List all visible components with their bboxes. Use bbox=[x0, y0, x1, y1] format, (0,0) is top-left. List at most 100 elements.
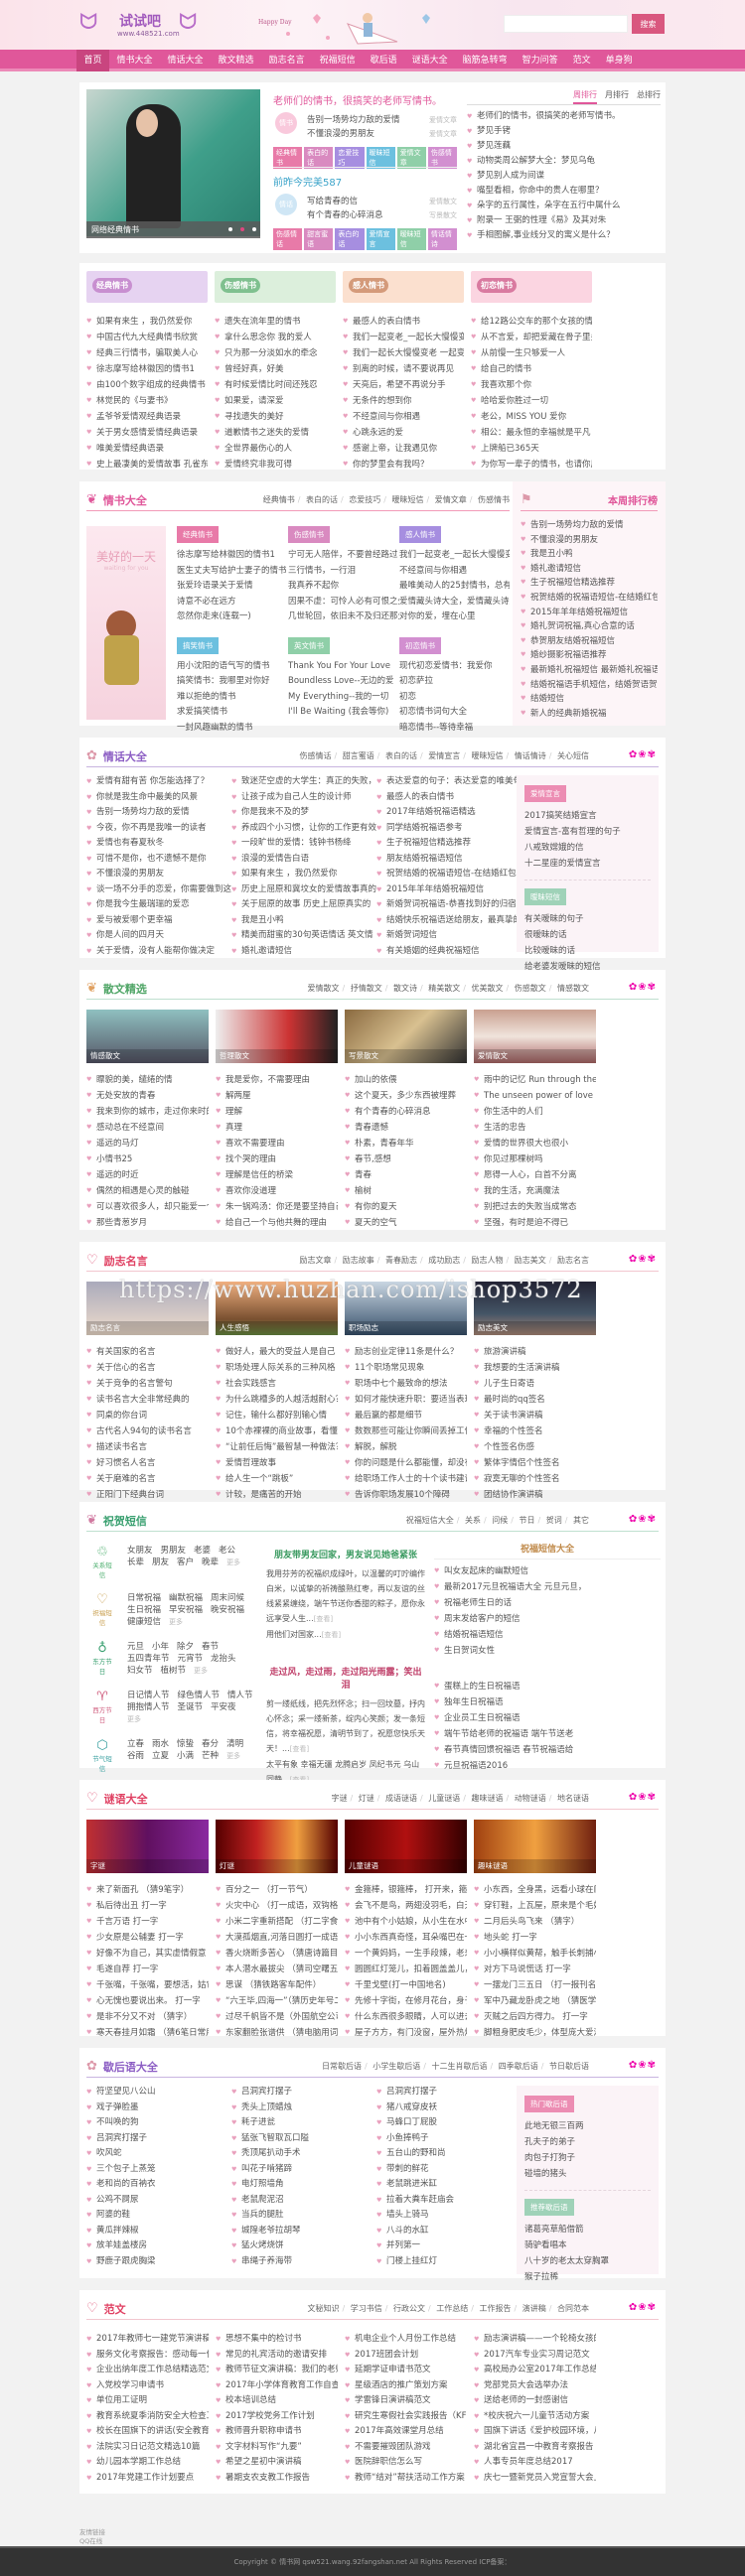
article-link[interactable]: 老和尚的百衲衣 bbox=[86, 2177, 231, 2193]
article-link[interactable]: 你见过那棵树吗 bbox=[474, 1152, 596, 1167]
card-image[interactable]: 灯谜 bbox=[216, 1820, 338, 1873]
article-link[interactable]: 如何才能快速升职：要适当表现自己 bbox=[345, 1392, 467, 1408]
article-link[interactable]: 2017年结婚祝福语精选 bbox=[376, 805, 522, 821]
section-link[interactable]: 励志故事 bbox=[332, 1255, 374, 1266]
tag[interactable]: 爱情文章 bbox=[396, 147, 426, 169]
article-link[interactable]: 穿钉鞋，上瓦屋，原来是个毛姐夫， bbox=[474, 1898, 596, 1914]
article-link[interactable]: 我们一起变老_一起长大慢慢变老 bbox=[399, 548, 510, 564]
article-link[interactable]: 2017年高效课堂月总结 bbox=[345, 2424, 467, 2440]
article-link[interactable]: 猛张飞智取瓦口隘 bbox=[231, 2131, 376, 2147]
card-image[interactable]: 趣味谜语 bbox=[474, 1820, 596, 1873]
article-link[interactable]: 朋友结婚祝福语短信 bbox=[376, 852, 522, 868]
article-link[interactable]: 旅游演讲稿 bbox=[474, 1344, 596, 1360]
hero-slide-image[interactable] bbox=[86, 89, 260, 236]
article-link[interactable]: 谈一场不分手的恋爱，你需要做到这几 bbox=[86, 882, 231, 898]
card-caption[interactable]: 灯谜 bbox=[216, 1859, 338, 1873]
article-link[interactable]: 可以喜欢很多人，却只能爱一个人 bbox=[86, 1199, 209, 1215]
article-link[interactable]: 一摆龙门三五日 （打一报刊名） bbox=[474, 1977, 596, 1993]
rank-item[interactable]: 梦见莲藕 bbox=[467, 139, 661, 154]
category-link[interactable]: 春分 bbox=[202, 1738, 219, 1750]
feature-title[interactable]: 老师们的情书，很搞笑的老师写情书。 bbox=[273, 92, 457, 107]
category-banner[interactable]: 感人情书 bbox=[343, 271, 464, 303]
more-link[interactable]: 更多 bbox=[226, 1557, 240, 1568]
article-link[interactable]: 生子祝福短信精选推荐 bbox=[376, 836, 522, 852]
article-link[interactable]: The unseen power of love 无形的 bbox=[474, 1088, 596, 1104]
article-link[interactable]: 2017年小学体育教育工作自查报告 bbox=[216, 2378, 338, 2394]
category-link[interactable]: 日常祝福 bbox=[127, 1592, 161, 1604]
article-link[interactable]: 你就是我生命中最美的风景 bbox=[86, 790, 231, 806]
promo-illustration[interactable]: 美好的一天 waiting for you bbox=[86, 526, 166, 720]
article-link[interactable]: 只为那一分淡如水的牵念 bbox=[215, 345, 336, 361]
article-link[interactable]: 2017年教师七一建党节演讲稿 bbox=[86, 2332, 209, 2348]
article-link[interactable]: 好习惯名人名言 bbox=[86, 1455, 209, 1471]
article-link[interactable]: 如果有来生 ，我仍然爱你 bbox=[231, 867, 376, 882]
article-link[interactable]: 经典三行情书，骗取美人心 bbox=[86, 345, 208, 361]
category-link[interactable]: 老婆 bbox=[194, 1545, 211, 1557]
greeting-link[interactable]: 蛋糕上的生日祝福语 bbox=[434, 1679, 661, 1695]
side-link[interactable]: 碰墙的猪头 bbox=[524, 2166, 651, 2182]
article-link[interactable]: 野鹿子跟虎胸梁 bbox=[86, 2254, 231, 2270]
article-link[interactable]: 记住，输什么都好别输心情 bbox=[216, 1408, 338, 1424]
article-link[interactable]: 并列第一 bbox=[376, 2238, 522, 2254]
article-link[interactable]: 最感人的表白情书 bbox=[376, 790, 522, 806]
article-link[interactable]: 无处安放的青春 bbox=[86, 1088, 209, 1104]
rank-item[interactable]: 动物类周公解梦大全：梦见乌龟 bbox=[467, 154, 661, 169]
article-link[interactable]: 我们一起长大慢慢变老 一起变老 bbox=[343, 345, 464, 361]
article-link[interactable]: 三个包子上蒸笼 bbox=[86, 2162, 231, 2178]
article-link[interactable]: 给自己的情书 bbox=[471, 361, 592, 377]
article-link[interactable]: 校本培训总结 bbox=[216, 2393, 338, 2409]
article-link[interactable]: 新婚贺词短信 bbox=[376, 928, 522, 944]
article-link[interactable]: 我们一起变老_一起长大慢慢变老 bbox=[343, 330, 464, 345]
article-link[interactable]: 千张嘴，千张嘴，要想活，姑它水。 bbox=[86, 1977, 209, 1993]
side-label[interactable]: 热门歇后语 bbox=[524, 2096, 574, 2112]
article-link[interactable]: 是非不分又不对 （猜字） bbox=[86, 2009, 209, 2025]
article-link[interactable]: 对方下马说慌话 打一字 bbox=[474, 1962, 596, 1977]
article-link[interactable]: 军中乃藏龙卧虎之地 （猜医学名词 bbox=[474, 1993, 596, 2009]
article-link[interactable]: 吕洞宾打摆子 bbox=[86, 2131, 231, 2147]
card-image[interactable]: 爱情散文 bbox=[474, 1010, 596, 1063]
article-link[interactable]: 无条件的想到你 bbox=[343, 393, 464, 409]
article-link[interactable]: 我是丑小鸭 bbox=[231, 913, 376, 929]
more-link[interactable]: 更多 bbox=[169, 1616, 183, 1628]
article-link[interactable]: 爱情哲理故事 bbox=[216, 1455, 338, 1471]
category-icon[interactable]: ♲ 关系短信 bbox=[90, 1545, 114, 1579]
article-link[interactable]: 墙头上骑马 bbox=[376, 2208, 522, 2224]
article-link[interactable]: 东家翻脸张谱供 （猜电脑用词二） bbox=[216, 2025, 338, 2041]
greeting-link[interactable]: 生日贺词女性 bbox=[434, 1643, 661, 1659]
article-link[interactable]: 难以拒绝的情书 bbox=[177, 690, 288, 706]
article-link[interactable]: 喜欢你没道理 bbox=[216, 1183, 338, 1199]
article-link[interactable]: 小东西，全身黑，远看小球在爬行， bbox=[474, 1882, 596, 1898]
rank-item[interactable]: 不懂浪漫的男朋友 bbox=[521, 533, 658, 548]
article-link[interactable]: 忽然你走来(连载一) bbox=[177, 610, 288, 625]
article-link[interactable]: 团结协作演讲稿 bbox=[474, 1487, 596, 1503]
article-link[interactable]: 香火烧断多苦心 （猜唐诗篇目） bbox=[216, 1946, 338, 1962]
article-link[interactable]: 最时尚的qq签名 bbox=[474, 1392, 596, 1408]
article-link[interactable]: 关于男女感情爱情经典语录 bbox=[86, 425, 208, 441]
category-label[interactable]: 初恋情书 bbox=[399, 636, 441, 654]
nav-item[interactable]: 情书大全 bbox=[109, 50, 160, 71]
article-link[interactable]: 小鱼捧鸭子 bbox=[376, 2131, 522, 2147]
article-link[interactable]: 养成四个小习惯，让你的工作更有效率 bbox=[231, 821, 376, 837]
article-link[interactable]: 思想不集中的检讨书 bbox=[216, 2332, 338, 2348]
nav-item[interactable]: 祝福短信 bbox=[312, 50, 363, 71]
article-link[interactable]: 祝贺结婚的祝福语短信-在结婚红包 bbox=[376, 867, 522, 882]
article-link[interactable]: 告诉你职场发展10个障碍 bbox=[345, 1487, 467, 1503]
side-label[interactable]: 推荐歇后语 bbox=[524, 2199, 574, 2216]
article-link[interactable]: 解脱，解脱 bbox=[345, 1439, 467, 1455]
nav-item[interactable]: 情话大全 bbox=[160, 50, 211, 71]
article-link[interactable]: 叫花子啃猪蹄 bbox=[231, 2162, 376, 2178]
category-icon[interactable]: ♡ 祝福短信 bbox=[90, 1592, 114, 1627]
article-link[interactable]: 新婚贺词祝福语-恭喜找到好的归宿 bbox=[376, 897, 522, 913]
article-link[interactable]: 校长在国旗下的讲话(安全教育日) bbox=[86, 2424, 209, 2440]
section-link[interactable]: 爱情散文 bbox=[308, 983, 340, 994]
article-link[interactable]: 你的问题是什么都能懂，却没有一样精 bbox=[345, 1455, 467, 1471]
article-link[interactable]: 不叫唤的狗 bbox=[86, 2115, 231, 2131]
rank-item[interactable]: 朵字的五行属性，朵字在五行中属什么 bbox=[467, 199, 661, 213]
article-link[interactable]: 榆树 bbox=[345, 1183, 467, 1199]
article-link[interactable]: 拉着大粪车赶庙会 bbox=[376, 2193, 522, 2209]
article-link[interactable]: 最唯美动人的25封情书，总有一 bbox=[399, 579, 510, 595]
side-link[interactable]: 有关暧昧的句子 bbox=[524, 911, 651, 927]
article-link[interactable]: 2017年党建工作计划要点 bbox=[86, 2471, 209, 2487]
article-link[interactable]: 同学结婚祝福语参考 bbox=[376, 821, 522, 837]
article-link[interactable]: 幼儿园本学期工作总结 bbox=[86, 2455, 209, 2471]
